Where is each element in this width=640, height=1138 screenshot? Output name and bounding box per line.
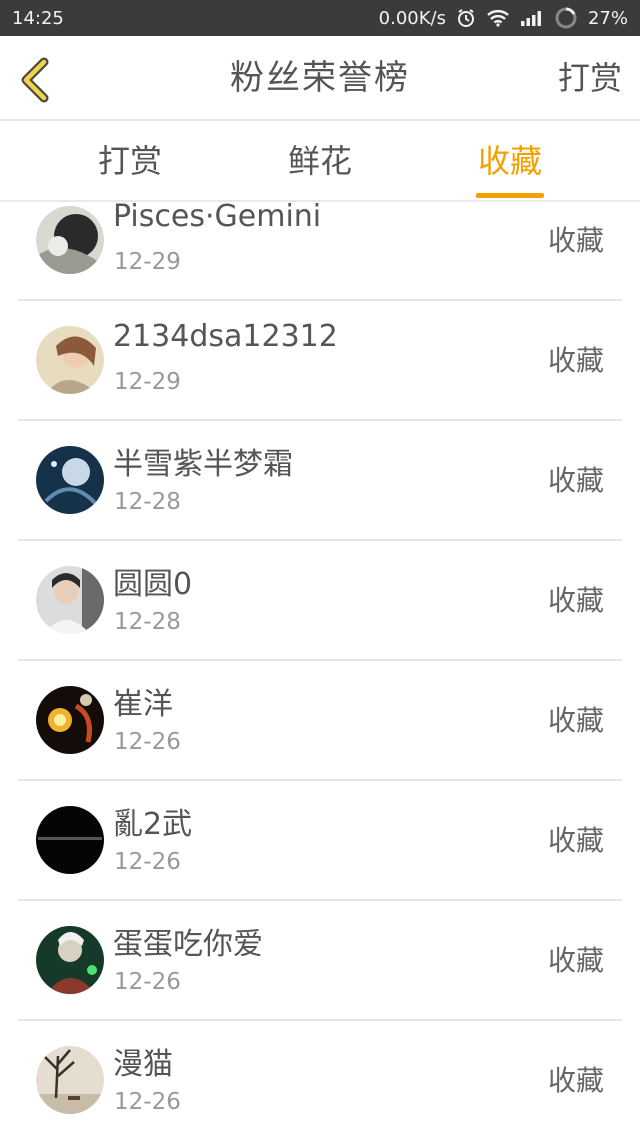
item-type-label: 收藏 bbox=[547, 1064, 604, 1097]
list-item[interactable]: 圆圆0 12-28 收藏 bbox=[18, 541, 622, 661]
item-date: 12-28 bbox=[114, 489, 181, 515]
alarm-icon bbox=[456, 8, 476, 28]
item-type-label: 收藏 bbox=[547, 944, 604, 977]
tab-reward[interactable]: 打赏 bbox=[70, 121, 190, 202]
avatar bbox=[36, 446, 104, 514]
status-bar: 14:25 0.00K/s 27% bbox=[0, 0, 640, 36]
item-date: 12-26 bbox=[114, 969, 181, 995]
status-right: 0.00K/s 27% bbox=[379, 6, 628, 30]
tab-bar: 打赏 鲜花 收藏 bbox=[0, 121, 640, 202]
signal-icon bbox=[520, 9, 544, 27]
wifi-icon bbox=[486, 9, 510, 27]
battery-percent: 27% bbox=[587, 7, 628, 29]
item-type-label: 收藏 bbox=[547, 824, 604, 857]
avatar bbox=[36, 566, 104, 634]
tab-favorites[interactable]: 收藏 bbox=[450, 121, 570, 202]
active-tab-indicator bbox=[476, 193, 544, 198]
avatar bbox=[36, 326, 104, 394]
avatar bbox=[36, 926, 104, 994]
item-type-label: 收藏 bbox=[547, 344, 604, 377]
item-date: 12-29 bbox=[114, 369, 181, 395]
item-date: 12-29 bbox=[114, 249, 181, 275]
user-name: 蛋蛋吃你爱 bbox=[113, 927, 263, 962]
page-title: 粉丝荣誉榜 bbox=[230, 58, 410, 98]
network-speed: 0.00K/s bbox=[378, 7, 446, 29]
avatar bbox=[36, 206, 104, 274]
item-date: 12-26 bbox=[114, 729, 181, 755]
list-item[interactable]: 漫猫 12-26 收藏 bbox=[18, 1021, 622, 1138]
list-item[interactable]: 亂2武 12-26 收藏 bbox=[18, 781, 622, 901]
item-date: 12-26 bbox=[114, 1089, 181, 1115]
user-name: 崔洋 bbox=[113, 687, 173, 722]
reward-button[interactable]: 打赏 bbox=[558, 36, 622, 121]
avatar bbox=[36, 1046, 104, 1114]
item-type-label: 收藏 bbox=[547, 224, 604, 257]
item-date: 12-26 bbox=[114, 849, 181, 875]
item-type-label: 收藏 bbox=[547, 584, 604, 617]
nav-bar: 粉丝荣誉榜 打赏 bbox=[0, 36, 640, 121]
user-name: 半雪紫半梦霜 bbox=[113, 447, 293, 482]
item-date: 12-28 bbox=[114, 609, 181, 635]
user-name: 漫猫 bbox=[113, 1047, 173, 1082]
fan-list: Pisces·Gemini 12-29 收藏 2134dsa12312 12-2… bbox=[0, 203, 640, 1138]
battery-icon bbox=[554, 6, 578, 30]
item-type-label: 收藏 bbox=[547, 464, 604, 497]
avatar bbox=[36, 806, 104, 874]
item-type-label: 收藏 bbox=[547, 704, 604, 737]
list-item[interactable]: Pisces·Gemini 12-29 收藏 bbox=[18, 203, 622, 301]
list-item[interactable]: 半雪紫半梦霜 12-28 收藏 bbox=[18, 421, 622, 541]
list-item[interactable]: 蛋蛋吃你爱 12-26 收藏 bbox=[18, 901, 622, 1021]
list-item[interactable]: 崔洋 12-26 收藏 bbox=[18, 661, 622, 781]
tab-flowers[interactable]: 鲜花 bbox=[260, 121, 380, 202]
user-name: 2134dsa12312 bbox=[113, 319, 338, 354]
user-name: 圆圆0 bbox=[113, 567, 193, 602]
list-item[interactable]: 2134dsa12312 12-29 收藏 bbox=[18, 301, 622, 421]
user-name: Pisces·Gemini bbox=[113, 203, 322, 234]
status-time: 14:25 bbox=[12, 7, 64, 29]
avatar bbox=[36, 686, 104, 754]
user-name: 亂2武 bbox=[113, 807, 193, 842]
